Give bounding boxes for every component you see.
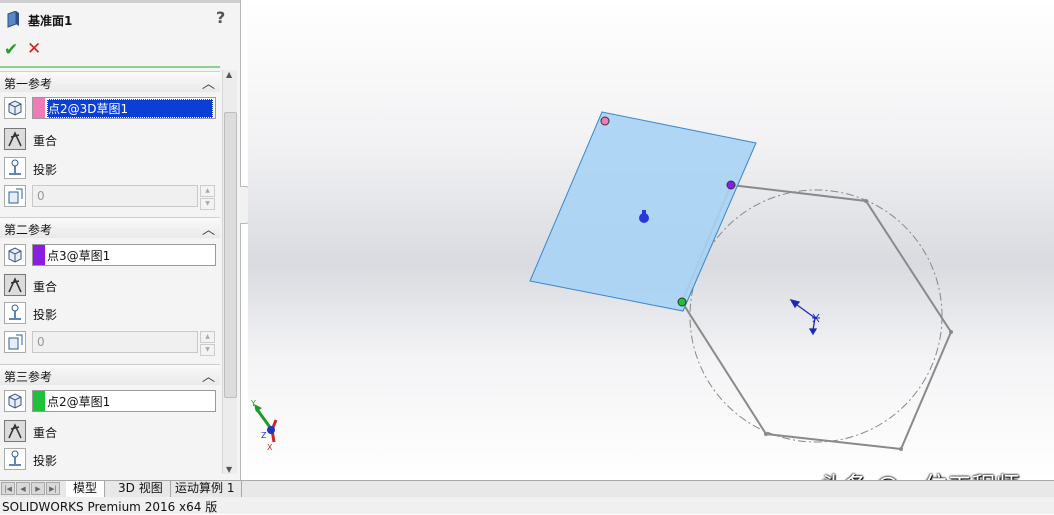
- collapse-chevron-icon[interactable]: ︿: [202, 366, 215, 385]
- collapse-chevron-icon[interactable]: ︿: [202, 219, 215, 238]
- pm-top-tabs[interactable]: [0, 0, 240, 3]
- pm-scrollbar[interactable]: ▲ ▼: [222, 70, 237, 474]
- reference-color-swatch: [33, 391, 45, 411]
- tab-3d-view[interactable]: 3D 视图: [111, 481, 171, 497]
- triad-z-label: Z: [261, 431, 267, 440]
- nav-last-icon[interactable]: ▶|: [46, 482, 60, 495]
- option-coincident[interactable]: 重合: [0, 272, 220, 298]
- distance-input[interactable]: 0: [32, 185, 198, 207]
- cancel-button[interactable]: ✕: [27, 39, 41, 59]
- nav-prev-icon[interactable]: ◀: [16, 482, 30, 495]
- collapse-chevron-icon[interactable]: ︿: [202, 73, 215, 92]
- option-coincident[interactable]: 重合: [0, 126, 220, 152]
- section-second-reference-header[interactable]: 第二参考 ︿: [0, 217, 220, 238]
- distance-icon[interactable]: [4, 185, 26, 207]
- option-label: 投影: [33, 163, 58, 177]
- reference-field-2[interactable]: 点3@草图1: [32, 244, 216, 266]
- option-project[interactable]: 投影: [0, 446, 220, 472]
- section-title: 第三参考: [4, 370, 53, 384]
- distance-input[interactable]: 0: [32, 331, 198, 353]
- status-bar: SOLIDWORKS Premium 2016 x64 版: [0, 497, 1054, 514]
- section-title: 第一参考: [4, 77, 53, 91]
- option-label: 重合: [33, 280, 58, 294]
- reference-value: 点2@3D草图1: [47, 99, 213, 118]
- option-label: 投影: [33, 454, 58, 468]
- vertex: [949, 330, 953, 334]
- reference-field-3[interactable]: 点2@草图1: [32, 390, 216, 412]
- divider: [0, 66, 220, 68]
- vertex-selector-icon[interactable]: [4, 390, 26, 412]
- reference-selection-row: 点3@草图1: [0, 242, 220, 268]
- section-first-reference-header[interactable]: 第一参考 ︿: [0, 71, 220, 92]
- option-label: 重合: [33, 134, 58, 148]
- vertex: [864, 199, 868, 203]
- property-manager: 基准面1 ? ✔ ✕ 第一参考 ︿ 点2@3D草图1 重合 投影 0 ▲ ▼ 第…: [0, 0, 241, 480]
- construction-circle: [689, 189, 943, 443]
- status-text: SOLIDWORKS Premium 2016 x64 版: [2, 500, 218, 514]
- project-icon[interactable]: [4, 302, 26, 324]
- scroll-down-icon[interactable]: ▼: [226, 465, 232, 474]
- model-view[interactable]: [248, 0, 1054, 480]
- reference-selection-row: 点2@3D草图1: [0, 95, 220, 121]
- model-tabs-bar: |◀ ◀ ▶ ▶| 模型 3D 视图 运动算例 1: [0, 480, 1054, 497]
- option-project[interactable]: 投影: [0, 155, 220, 181]
- vertex-selector-icon[interactable]: [4, 244, 26, 266]
- triad-y-label: Y: [250, 399, 256, 408]
- coincident-icon[interactable]: [4, 128, 26, 150]
- pm-actions: ✔ ✕: [0, 38, 240, 62]
- project-icon[interactable]: [4, 448, 26, 470]
- reference-value: 点2@草图1: [47, 395, 111, 409]
- project-icon[interactable]: [4, 157, 26, 179]
- reference-color-swatch: [33, 98, 45, 118]
- nav-first-icon[interactable]: |◀: [1, 482, 15, 495]
- ok-button[interactable]: ✔: [4, 40, 18, 60]
- point-pink: [600, 116, 610, 126]
- point-green: [677, 297, 687, 307]
- distance-row: 0 ▲ ▼: [0, 329, 220, 356]
- view-triad-icon: Y Z X: [250, 399, 278, 452]
- vertex: [764, 432, 768, 436]
- reference-selection-row: 点2@草图1: [0, 388, 220, 414]
- reference-value: 点3@草图1: [47, 249, 111, 263]
- distance-value: 0: [37, 335, 45, 349]
- distance-spinner[interactable]: ▲ ▼: [200, 331, 215, 356]
- tab-model[interactable]: 模型: [66, 481, 106, 497]
- section-title: 第二参考: [4, 223, 53, 237]
- distance-spinner[interactable]: ▲ ▼: [200, 185, 215, 210]
- point-purple: [726, 180, 736, 190]
- vertex-selector-icon[interactable]: [4, 97, 26, 119]
- sketch-origin-icon: [789, 298, 820, 336]
- reference-color-swatch: [33, 245, 45, 265]
- coincident-icon[interactable]: [4, 274, 26, 296]
- option-coincident[interactable]: 重合: [0, 418, 220, 444]
- triad-x-label: X: [267, 443, 273, 452]
- pm-title: 基准面1: [28, 14, 73, 28]
- distance-row: 0 ▲ ▼: [0, 183, 220, 210]
- option-label: 投影: [33, 308, 58, 322]
- graphics-area[interactable]: Y Z X 头条 @一位工程师: [248, 0, 1054, 500]
- pm-title-bar: 基准面1 ?: [0, 5, 240, 33]
- distance-value: 0: [37, 189, 45, 203]
- option-label: 重合: [33, 426, 58, 440]
- nav-next-icon[interactable]: ▶: [31, 482, 45, 495]
- option-project[interactable]: 投影: [0, 300, 220, 326]
- reference-field-1[interactable]: 点2@3D草图1: [32, 97, 216, 119]
- vertex: [899, 447, 903, 451]
- help-button[interactable]: ?: [216, 8, 225, 27]
- coincident-icon[interactable]: [4, 420, 26, 442]
- distance-icon[interactable]: [4, 331, 26, 353]
- section-third-reference-header[interactable]: 第三参考 ︿: [0, 364, 220, 385]
- plane-feature-icon: [7, 11, 19, 28]
- scrollbar-thumb[interactable]: [224, 112, 237, 398]
- scroll-up-icon[interactable]: ▲: [226, 70, 232, 79]
- tab-motion-study[interactable]: 运动算例 1: [168, 481, 243, 497]
